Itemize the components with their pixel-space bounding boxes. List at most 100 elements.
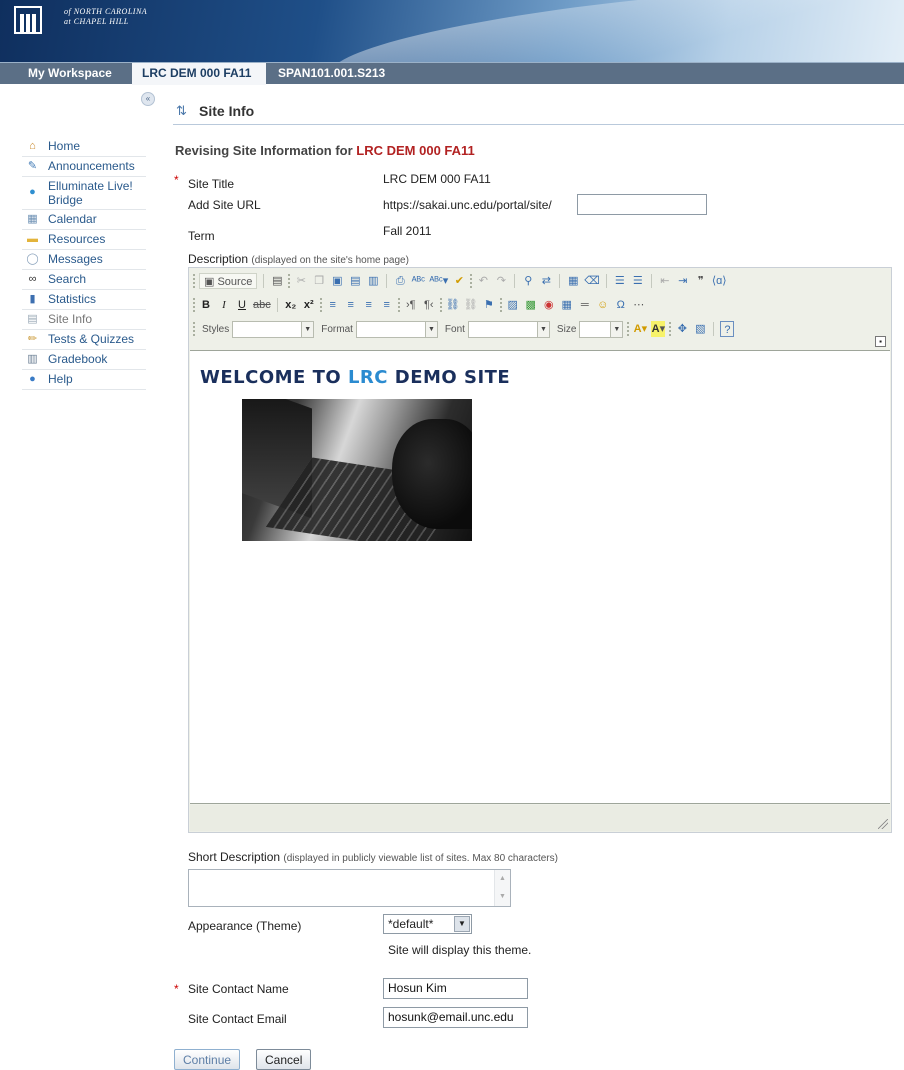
- theme-select[interactable]: *default* ▼: [383, 914, 472, 934]
- outdent-icon[interactable]: ⇤: [658, 273, 672, 289]
- chevron-down-icon[interactable]: ▼: [302, 320, 315, 338]
- background-color-icon[interactable]: A▾: [651, 321, 666, 337]
- table-icon[interactable]: ▦: [560, 297, 574, 313]
- align-center-icon[interactable]: ≡: [344, 297, 358, 313]
- font-combo[interactable]: Font ▼: [442, 320, 550, 338]
- copy-icon[interactable]: ❐: [312, 273, 326, 289]
- paste-text-icon[interactable]: ▤: [348, 273, 362, 289]
- welcome-heading-highlight: LRC: [347, 367, 388, 388]
- contact-name-input[interactable]: Hosun Kim: [383, 978, 528, 999]
- site-url-input[interactable]: [577, 194, 707, 215]
- subscript-icon[interactable]: x₂: [284, 297, 298, 313]
- scroll-up-icon[interactable]: ▲: [495, 870, 510, 888]
- textarea-scrollbar[interactable]: ▲ ▼: [494, 870, 510, 906]
- replace-icon[interactable]: ⇄: [539, 273, 553, 289]
- sidebar-item-help[interactable]: ● Help: [22, 370, 146, 390]
- scroll-down-icon[interactable]: ▼: [495, 888, 510, 906]
- undo-icon[interactable]: ↶: [476, 273, 490, 289]
- horizontal-rule-icon[interactable]: ═: [578, 297, 592, 313]
- find-icon[interactable]: ⚲: [521, 273, 535, 289]
- redo-icon[interactable]: ↷: [494, 273, 508, 289]
- tab-my-workspace[interactable]: My Workspace: [18, 63, 122, 85]
- tab-span101[interactable]: SPAN101.001.S213: [268, 63, 395, 85]
- sidebar-item-tests-quizzes[interactable]: ✏ Tests & Quizzes: [22, 330, 146, 350]
- link-icon[interactable]: ⛓: [446, 297, 460, 313]
- spellcheck-icon[interactable]: ᴬᴮᶜ: [411, 273, 425, 289]
- sidebar-item-site-info[interactable]: ▤ Site Info: [22, 310, 146, 330]
- styles-combo[interactable]: Styles ▼: [199, 320, 315, 338]
- welcome-heading-part-2: DEMO SITE: [388, 367, 511, 388]
- sidebar-item-gradebook[interactable]: ▥ Gradebook: [22, 350, 146, 370]
- strikethrough-icon[interactable]: abc: [253, 297, 271, 313]
- sidebar-item-search[interactable]: ∞ Search: [22, 270, 146, 290]
- chevron-down-icon[interactable]: ▼: [425, 320, 438, 338]
- sidebar-item-label: Announcements: [48, 159, 135, 173]
- flash-icon[interactable]: ◉: [542, 297, 556, 313]
- check-icon[interactable]: ✔: [452, 273, 466, 289]
- anchor-icon[interactable]: ⚑: [482, 297, 496, 313]
- editor-toolbar-row-2: B I U abc x₂ x² ≡ ≡ ≡ ≡ ›¶ ¶‹ ⛓ ⛓ ⚑ ▨ ▩ …: [193, 294, 646, 316]
- chevron-down-icon[interactable]: ▼: [611, 320, 624, 338]
- size-combo[interactable]: Size ▼: [554, 320, 624, 338]
- blockquote-icon[interactable]: ❞: [694, 273, 708, 289]
- select-all-icon[interactable]: ▦: [566, 273, 580, 289]
- div-container-icon[interactable]: ⟨ɑ⟩: [712, 273, 727, 289]
- about-icon[interactable]: ?: [720, 321, 735, 337]
- sidebar-item-elluminate[interactable]: ● Elluminate Live! Bridge: [22, 177, 146, 210]
- unc-logo-icon[interactable]: [14, 6, 42, 34]
- font-box[interactable]: [467, 320, 538, 338]
- bold-icon[interactable]: B: [199, 297, 213, 313]
- short-description-textarea[interactable]: ▲ ▼: [188, 869, 511, 907]
- sidebar-item-home[interactable]: ⌂ Home: [22, 137, 146, 157]
- resize-grip-icon[interactable]: [878, 819, 888, 829]
- chevron-down-icon[interactable]: ▼: [454, 916, 470, 932]
- text-color-icon[interactable]: A▾: [633, 321, 647, 337]
- source-button[interactable]: ▣ Source: [199, 273, 258, 289]
- format-box[interactable]: [355, 320, 426, 338]
- indent-icon[interactable]: ⇥: [676, 273, 690, 289]
- sidebar-item-calendar[interactable]: ▦ Calendar: [22, 210, 146, 230]
- laptop-typing-image[interactable]: [242, 399, 472, 541]
- image-icon[interactable]: ▨: [506, 297, 520, 313]
- size-box[interactable]: [579, 320, 612, 338]
- ltr-icon[interactable]: ›¶: [404, 297, 418, 313]
- unlink-icon[interactable]: ⛓: [464, 297, 478, 313]
- sidebar-item-statistics[interactable]: ▮ Statistics: [22, 290, 146, 310]
- align-left-icon[interactable]: ≡: [326, 297, 340, 313]
- maximize-icon[interactable]: ✥: [675, 321, 689, 337]
- show-blocks-icon[interactable]: ▧: [693, 321, 707, 337]
- site-info-icon: ▤: [27, 313, 38, 325]
- collapse-menu-button[interactable]: «: [141, 92, 155, 106]
- rtl-icon[interactable]: ¶‹: [422, 297, 436, 313]
- styles-box[interactable]: [232, 320, 303, 338]
- italic-icon[interactable]: I: [217, 297, 231, 313]
- editor-content-area[interactable]: WELCOME TO LRC DEMO SITE: [190, 350, 890, 804]
- tab-lrc-dem-000-fa11[interactable]: LRC DEM 000 FA11: [132, 63, 266, 85]
- collapse-toolbar-icon[interactable]: ▪: [875, 336, 886, 347]
- bulleted-list-icon[interactable]: ☰: [631, 273, 645, 289]
- justify-icon[interactable]: ≡: [380, 297, 394, 313]
- special-char-icon[interactable]: Ω: [614, 297, 628, 313]
- refresh-icon[interactable]: ⇅: [176, 103, 187, 119]
- spellcheck-as-you-type-icon[interactable]: ᴬᴮᶜ▾: [429, 273, 448, 289]
- paste-icon[interactable]: ▣: [330, 273, 344, 289]
- superscript-icon[interactable]: x²: [302, 297, 316, 313]
- underline-icon[interactable]: U: [235, 297, 249, 313]
- paste-word-icon[interactable]: ▥: [366, 273, 380, 289]
- chevron-down-icon[interactable]: ▼: [537, 320, 550, 338]
- templates-icon[interactable]: ▤: [270, 273, 284, 289]
- cut-icon[interactable]: ✂: [294, 273, 308, 289]
- contact-email-input[interactable]: hosunk@email.unc.edu: [383, 1007, 528, 1028]
- align-right-icon[interactable]: ≡: [362, 297, 376, 313]
- movie-icon[interactable]: ▩: [524, 297, 538, 313]
- numbered-list-icon[interactable]: ☰: [613, 273, 627, 289]
- source-icon: ▣: [204, 276, 215, 288]
- page-break-icon[interactable]: ⋯: [632, 297, 646, 313]
- smiley-icon[interactable]: ☺: [596, 297, 610, 313]
- sidebar-item-announcements[interactable]: ✎ Announcements: [22, 157, 146, 177]
- sidebar-item-resources[interactable]: ▬ Resources: [22, 230, 146, 250]
- print-icon[interactable]: ⎙: [393, 273, 407, 289]
- remove-format-icon[interactable]: ⌫: [584, 273, 600, 289]
- format-combo[interactable]: Format ▼: [318, 320, 438, 338]
- sidebar-item-messages[interactable]: ◯ Messages: [22, 250, 146, 270]
